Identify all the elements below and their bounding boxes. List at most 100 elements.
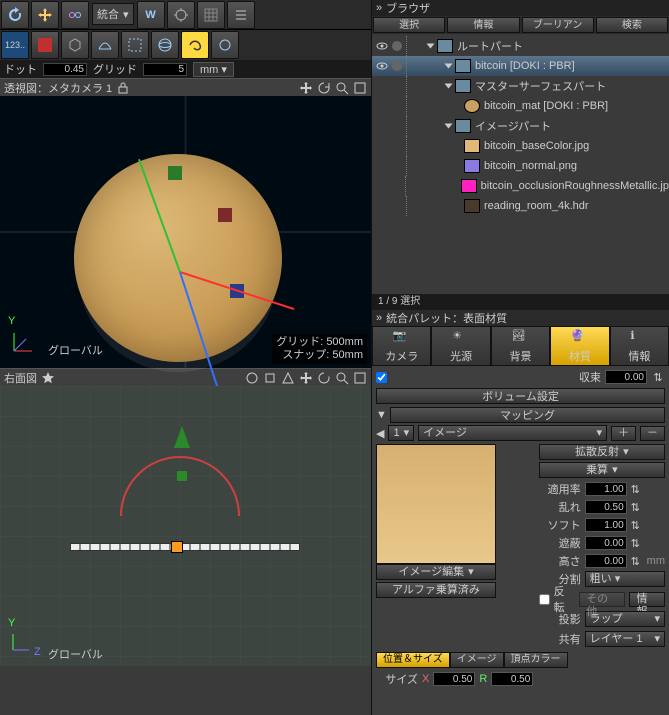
vp2-star-icon[interactable]	[41, 371, 55, 385]
expand-icon[interactable]	[445, 64, 453, 69]
tree-row-2[interactable]: マスターサーフェスパート	[372, 76, 669, 96]
render-dot-icon[interactable]	[392, 41, 402, 51]
node-swatch-icon	[461, 179, 477, 193]
size-x-input[interactable]	[433, 672, 475, 686]
shrink-label: 収束	[391, 369, 601, 385]
browser-tab-1[interactable]: 情報	[447, 17, 519, 33]
node-swatch-icon	[455, 119, 471, 133]
target-button[interactable]	[167, 1, 195, 29]
tree-row-0[interactable]: ルートパート	[372, 36, 669, 56]
vp2-max-icon[interactable]	[353, 371, 367, 385]
prop-input-4[interactable]	[585, 554, 627, 568]
vp-rotate-icon[interactable]	[317, 81, 331, 95]
expand-icon[interactable]	[445, 84, 453, 89]
swatch-red-button[interactable]	[31, 31, 59, 59]
chevron2-icon: »	[376, 312, 382, 324]
refresh-button[interactable]	[1, 1, 29, 29]
tool-w-button[interactable]: W	[137, 1, 165, 29]
size-y-input[interactable]	[491, 672, 533, 686]
share-dd[interactable]: レイヤー 1▾	[585, 631, 665, 647]
snap-mode-dropdown[interactable]: 統合▾	[92, 3, 134, 25]
viewport2-title: 右面図	[4, 370, 37, 386]
visibility-icon[interactable]	[376, 60, 388, 72]
node-swatch-icon	[455, 59, 471, 73]
vp2-c-icon[interactable]	[281, 371, 295, 385]
map-add-button[interactable]: ＋	[611, 426, 636, 441]
browser-tab-0[interactable]: 選択	[373, 17, 445, 33]
mesh-button[interactable]	[91, 31, 119, 59]
map-del-button[interactable]: －	[640, 426, 665, 441]
cube-button[interactable]	[61, 31, 89, 59]
prop-dd-5[interactable]: 粗い ▾	[585, 571, 665, 587]
cam-lock-icon[interactable]	[116, 81, 130, 95]
tree-row-3[interactable]: bitcoin_mat [DOKI : PBR]	[372, 96, 669, 116]
image-edit-dd[interactable]: イメージ編集 ▾	[376, 564, 496, 580]
vp2-zoom-icon[interactable]	[335, 371, 349, 385]
vp2-move-icon[interactable]	[299, 371, 313, 385]
info-button[interactable]: 情報	[629, 592, 665, 607]
subtab-possize[interactable]: 位置＆サイズ	[376, 652, 450, 668]
tree-row-6[interactable]: bitcoin_normal.png	[372, 156, 669, 176]
vp2-rotate-icon[interactable]	[317, 371, 331, 385]
link-button[interactable]	[61, 1, 89, 29]
browser-tab-3[interactable]: 検索	[596, 17, 668, 33]
vp-zoom-icon[interactable]	[335, 81, 349, 95]
texture-thumb[interactable]	[376, 444, 496, 564]
expand-icon[interactable]	[445, 124, 453, 129]
prop-input-1[interactable]	[585, 500, 627, 514]
dot-label: ドット	[4, 61, 37, 77]
grid-input[interactable]	[143, 63, 187, 76]
share-label: 共有	[539, 631, 581, 647]
palette-tab-カメラ[interactable]: 📷カメラ	[372, 326, 431, 366]
globe-button[interactable]	[151, 31, 179, 59]
viewport-perspective[interactable]: Y グローバル グリッド: 500mm スナップ: 50mm	[0, 96, 371, 368]
tree-label: bitcoin_normal.png	[484, 160, 577, 172]
browser-tab-2[interactable]: ブーリアン	[522, 17, 594, 33]
other-button[interactable]: その他	[579, 592, 625, 607]
vp2-a-icon[interactable]	[245, 371, 259, 385]
tree-row-5[interactable]: bitcoin_baseColor.jpg	[372, 136, 669, 156]
grid-label: グリッド	[93, 61, 137, 77]
mult-dd[interactable]: 乗算▾	[539, 462, 665, 478]
tree-row-4[interactable]: イメージパート	[372, 116, 669, 136]
grid-button[interactable]	[197, 1, 225, 29]
map-index-dd[interactable]: 1▾	[388, 425, 414, 441]
shrink-input[interactable]	[605, 370, 647, 384]
mapping-header[interactable]: マッピング	[390, 407, 665, 423]
circle-sel-button[interactable]	[211, 31, 239, 59]
palette-tab-材質[interactable]: 🔮材質	[550, 326, 609, 366]
prop-input-3[interactable]	[585, 536, 627, 550]
vp2-b-icon[interactable]	[263, 371, 277, 385]
viewport-right[interactable]: YZ グローバル	[0, 386, 371, 666]
vp-max-icon[interactable]	[353, 81, 367, 95]
palette-tab-光源[interactable]: ☀光源	[431, 326, 490, 366]
lasso-button[interactable]	[181, 31, 209, 59]
shrink-cb[interactable]	[376, 372, 387, 383]
palette-tab-背景[interactable]: 🏞背景	[491, 326, 550, 366]
visibility-icon[interactable]	[376, 40, 388, 52]
tree-row-8[interactable]: reading_room_4k.hdr	[372, 196, 669, 216]
subtab-vcolor[interactable]: 頂点カラー	[504, 652, 568, 668]
tree-row-1[interactable]: bitcoin [DOKI : PBR]	[372, 56, 669, 76]
volume-header[interactable]: ボリューム設定	[376, 388, 665, 404]
diffuse-dd[interactable]: 拡散反射▾	[539, 444, 665, 460]
dot-input[interactable]	[43, 63, 87, 76]
palette-tab-情報[interactable]: ℹ情報	[610, 326, 669, 366]
unit-dropdown[interactable]: mm ▾	[193, 62, 234, 77]
map-type-dd[interactable]: イメージ▾	[418, 425, 607, 441]
render-dot-icon[interactable]	[392, 61, 402, 71]
move-button[interactable]	[31, 1, 59, 29]
swatch-blue-button[interactable]: 123..	[1, 31, 29, 59]
vp-move-icon[interactable]	[299, 81, 313, 95]
tree-row-7[interactable]: bitcoin_occlusionRoughnessMetallic.jp	[372, 176, 669, 196]
subtab-image[interactable]: イメージ	[450, 652, 504, 668]
prop-input-0[interactable]	[585, 482, 627, 496]
expand-icon[interactable]	[427, 44, 435, 49]
reverse-cb[interactable]	[539, 594, 550, 605]
alpha-dd[interactable]: アルファ乗算済み	[376, 582, 496, 598]
tree-label: bitcoin [DOKI : PBR]	[475, 60, 575, 72]
scene-tree[interactable]: ルートパートbitcoin [DOKI : PBR]マスターサーフェスパートbi…	[372, 34, 669, 294]
prop-input-2[interactable]	[585, 518, 627, 532]
region-button[interactable]	[121, 31, 149, 59]
list-button[interactable]	[227, 1, 255, 29]
